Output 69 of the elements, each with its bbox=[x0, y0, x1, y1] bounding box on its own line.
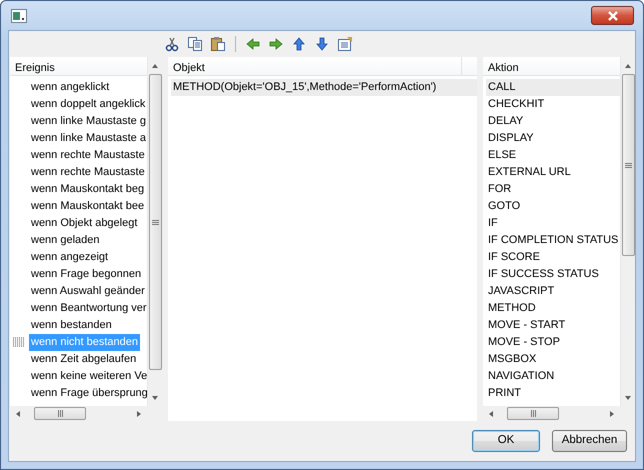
scroll-left-arrow-icon[interactable] bbox=[15, 410, 21, 418]
event-item[interactable]: wenn keine weiteren Ve bbox=[29, 368, 147, 385]
scroll-right-arrow-icon[interactable] bbox=[136, 410, 142, 418]
scroll-thumb[interactable] bbox=[34, 407, 86, 420]
action-item[interactable]: IF COMPLETION STATUS bbox=[486, 232, 620, 249]
close-button[interactable] bbox=[591, 6, 634, 25]
event-item[interactable]: wenn rechte Maustaste bbox=[29, 164, 147, 181]
scroll-right-arrow-icon[interactable] bbox=[609, 410, 615, 418]
scissors-icon[interactable] bbox=[164, 36, 180, 52]
left-arrow-icon[interactable] bbox=[245, 36, 261, 52]
action-item[interactable]: EXTERNAL URL bbox=[486, 164, 573, 181]
grid-icon bbox=[13, 336, 24, 348]
action-item[interactable]: JAVASCRIPT bbox=[486, 283, 556, 300]
scroll-up-arrow-icon[interactable] bbox=[624, 62, 632, 68]
event-item[interactable]: wenn Mauskontakt beg bbox=[29, 181, 146, 198]
action-item[interactable]: CALL bbox=[486, 79, 620, 96]
right-arrow-icon[interactable] bbox=[268, 36, 284, 52]
event-item[interactable]: wenn angeklickt bbox=[29, 79, 112, 96]
scroll-down-arrow-icon[interactable] bbox=[624, 394, 632, 400]
dialog-button[interactable]: Abbrechen bbox=[552, 430, 627, 452]
event-item[interactable]: wenn geladen bbox=[29, 232, 102, 249]
action-item[interactable]: IF bbox=[486, 215, 500, 232]
event-item[interactable]: wenn linke Maustaste a bbox=[29, 130, 147, 147]
grip-icon bbox=[530, 410, 536, 417]
action-item[interactable]: CHECKHIT bbox=[486, 96, 546, 113]
event-item[interactable]: wenn Objekt abgelegt bbox=[29, 215, 140, 232]
grip-icon bbox=[152, 218, 158, 226]
event-item[interactable]: wenn Beantwortung ver bbox=[29, 300, 147, 317]
up-arrow-icon[interactable] bbox=[291, 36, 307, 52]
copy-icon[interactable] bbox=[187, 36, 203, 52]
action-item[interactable]: NAVIGATION bbox=[486, 368, 556, 385]
event-item[interactable]: wenn rechte Maustaste bbox=[29, 147, 147, 164]
action-item[interactable]: MSGBOX bbox=[486, 351, 538, 368]
dialog-button[interactable]: OK bbox=[472, 430, 540, 452]
action-item[interactable]: DISPLAY bbox=[486, 130, 536, 147]
scroll-left-arrow-icon[interactable] bbox=[488, 410, 494, 418]
action-item[interactable]: FOR bbox=[486, 181, 514, 198]
action-item[interactable]: IF SCORE bbox=[486, 249, 542, 266]
scroll-up-arrow-icon[interactable] bbox=[151, 62, 159, 68]
event-item[interactable]: wenn linke Maustaste g bbox=[29, 113, 147, 130]
scroll-thumb[interactable] bbox=[507, 407, 559, 420]
down-arrow-icon[interactable] bbox=[314, 36, 330, 52]
close-icon bbox=[606, 10, 618, 20]
header-filler bbox=[461, 57, 477, 76]
action-item[interactable]: GOTO bbox=[486, 198, 522, 215]
grip-icon bbox=[56, 410, 64, 417]
paste-icon[interactable] bbox=[210, 36, 226, 52]
event-item[interactable]: wenn Auswahl geänder bbox=[29, 283, 147, 300]
action-item[interactable]: MOVE - START bbox=[486, 317, 568, 334]
action-item[interactable]: MOVE - STOP bbox=[486, 334, 562, 351]
grip-icon bbox=[624, 162, 632, 168]
event-item[interactable]: wenn angezeigt bbox=[29, 249, 110, 266]
event-item[interactable]: wenn Zeit abgelaufen bbox=[29, 351, 138, 368]
scroll-thumb[interactable] bbox=[148, 74, 162, 370]
event-item[interactable]: wenn bestanden bbox=[29, 317, 114, 334]
object-item[interactable]: METHOD(Objekt='OBJ_15',Methode='PerformAction') bbox=[171, 79, 477, 96]
action-item[interactable]: PRINT bbox=[486, 385, 523, 402]
action-item[interactable]: METHOD bbox=[486, 300, 538, 317]
action-item[interactable]: IF SUCCESS STATUS bbox=[486, 266, 601, 283]
event-item[interactable]: wenn Frage übersprung bbox=[29, 385, 147, 402]
app-icon bbox=[11, 8, 27, 22]
action-item[interactable]: DELAY bbox=[486, 113, 526, 130]
action-item[interactable]: ELSE bbox=[486, 147, 518, 164]
scroll-down-arrow-icon[interactable] bbox=[151, 394, 159, 400]
event-item[interactable]: wenn doppelt angeklick bbox=[29, 96, 147, 113]
properties-icon[interactable] bbox=[337, 36, 353, 52]
event-item[interactable]: wenn Mauskontakt bee bbox=[29, 198, 146, 215]
scroll-thumb[interactable] bbox=[622, 74, 634, 256]
event-item[interactable]: wenn Frage begonnen bbox=[29, 266, 144, 283]
